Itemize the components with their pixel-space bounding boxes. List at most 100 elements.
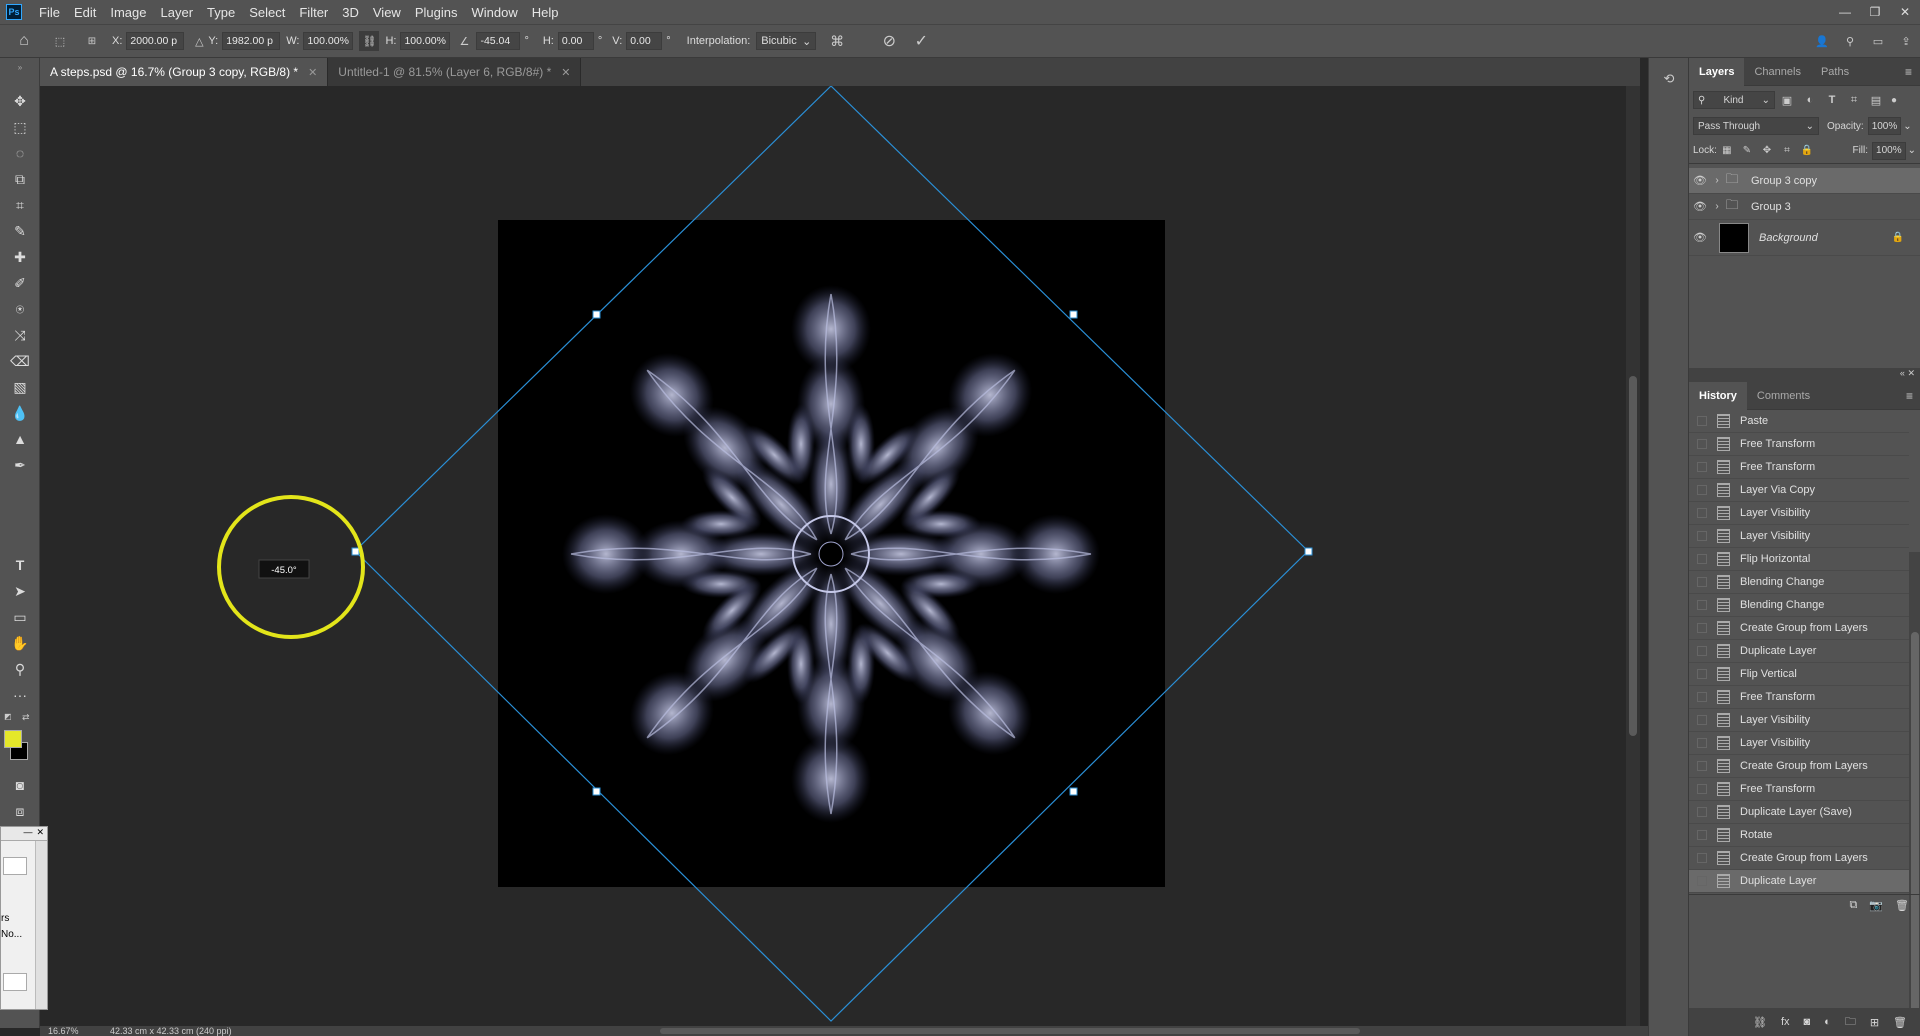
history-brush-source-checkbox[interactable] — [1697, 784, 1707, 794]
history-brush-source-checkbox[interactable] — [1697, 531, 1707, 541]
close-icon[interactable]: ✕ — [36, 827, 44, 840]
history-brush-source-checkbox[interactable] — [1697, 807, 1707, 817]
clone-stamp-tool-icon[interactable]: ⍟ — [8, 298, 32, 320]
height-field[interactable] — [400, 32, 451, 50]
menu-type[interactable]: Type — [200, 5, 242, 20]
layer-row-background[interactable]: 👁 Background 🔒 — [1689, 220, 1920, 256]
hand-tool-icon[interactable]: ✋ — [8, 632, 32, 654]
history-item[interactable]: Free Transform — [1689, 456, 1909, 479]
close-window-button[interactable]: ✕ — [1890, 5, 1920, 19]
history-item[interactable]: Duplicate Layer — [1689, 870, 1909, 893]
history-brush-source-checkbox[interactable] — [1697, 715, 1707, 725]
home-icon[interactable]: ⌂ — [0, 32, 48, 50]
snapshot-icon[interactable]: 📷 — [1869, 899, 1883, 912]
zoom-level[interactable]: 16.67% — [40, 1026, 100, 1036]
history-item[interactable]: Layer Visibility — [1689, 732, 1909, 755]
history-brush-tool-icon[interactable]: ⤨ — [8, 324, 32, 346]
history-brush-source-checkbox[interactable] — [1697, 600, 1707, 610]
transform-handle-right[interactable] — [1304, 547, 1313, 556]
history-brush-source-checkbox[interactable] — [1697, 462, 1707, 472]
transform-handle-top-right[interactable] — [1069, 310, 1078, 319]
lasso-tool-icon[interactable]: ◌ — [8, 142, 32, 164]
history-brush-source-checkbox[interactable] — [1697, 692, 1707, 702]
chevron-down-icon[interactable]: ⌄ — [1908, 145, 1916, 156]
panel-menu-icon[interactable]: ≡ — [1906, 389, 1913, 403]
screen-mode-icon[interactable]: ⧈ — [8, 800, 32, 822]
menu-select[interactable]: Select — [242, 5, 292, 20]
transform-handle-bottom-right[interactable] — [1069, 787, 1078, 796]
history-brush-source-checkbox[interactable] — [1697, 853, 1707, 863]
chevron-right-icon[interactable]: › — [1711, 175, 1723, 186]
relative-position-icon[interactable]: △ — [190, 35, 208, 48]
scrollbar-thumb[interactable] — [1629, 376, 1637, 736]
history-item[interactable]: Layer Visibility — [1689, 502, 1909, 525]
collapse-toolbar-icon[interactable]: » — [8, 63, 32, 72]
transform-handle-top-left[interactable] — [592, 310, 601, 319]
history-brush-source-checkbox[interactable] — [1697, 669, 1707, 679]
history-item[interactable]: Flip Horizontal — [1689, 548, 1909, 571]
path-selection-tool-icon[interactable]: ➤ — [8, 580, 32, 602]
horizontal-skew-field[interactable] — [557, 32, 594, 50]
history-item[interactable]: Duplicate Layer — [1689, 640, 1909, 663]
eye-icon[interactable]: 👁 — [1689, 200, 1711, 213]
layer-name[interactable]: Group 3 — [1751, 201, 1791, 213]
history-brush-source-checkbox[interactable] — [1697, 761, 1707, 771]
dialog-button[interactable] — [3, 973, 27, 991]
history-item[interactable]: Free Transform — [1689, 433, 1909, 456]
history-brush-source-checkbox[interactable] — [1697, 646, 1707, 656]
filter-type-icon[interactable]: T — [1821, 94, 1843, 106]
fill-field[interactable]: 100% — [1872, 141, 1906, 160]
search-icon[interactable]: ⚲ — [1836, 35, 1864, 48]
history-item[interactable]: Rotate — [1689, 824, 1909, 847]
warp-icon[interactable]: ⌘ — [822, 33, 852, 50]
close-icon[interactable]: ✕ — [561, 66, 570, 79]
minimize-button[interactable]: — — [1830, 5, 1860, 19]
minimize-icon[interactable]: — — [23, 827, 32, 840]
reference-point-icon[interactable]: ⊞ — [72, 36, 112, 47]
swap-colors-icon[interactable]: ⇄ — [22, 712, 34, 722]
tab-layers[interactable]: Layers — [1689, 57, 1745, 86]
horizontal-scrollbar-thumb[interactable] — [660, 1028, 1360, 1034]
zoom-tool-icon[interactable]: ⚲ — [8, 658, 32, 680]
eraser-tool-icon[interactable]: ⌫ — [8, 350, 32, 372]
crop-tool-icon[interactable]: ⌗ — [8, 194, 32, 216]
healing-brush-tool-icon[interactable]: ✚ — [8, 246, 32, 268]
brush-tool-icon[interactable]: ✐ — [8, 272, 32, 294]
filter-smart-object-icon[interactable]: ▤ — [1865, 94, 1887, 107]
history-item[interactable]: Flip Vertical — [1689, 663, 1909, 686]
menu-3d[interactable]: 3D — [335, 5, 366, 20]
interpolation-select[interactable]: Bicubic ⌄ — [756, 32, 817, 50]
collapse-icon[interactable]: « — [1900, 368, 1905, 378]
marquee-tool-icon[interactable]: ⬚ — [8, 116, 32, 138]
menu-image[interactable]: Image — [103, 5, 153, 20]
workspace-icon[interactable]: ▭ — [1864, 35, 1892, 48]
tab-steps-psd[interactable]: A steps.psd @ 16.7% (Group 3 copy, RGB/8… — [40, 58, 329, 86]
link-icon[interactable]: ⛓ — [359, 31, 380, 51]
eyedropper-tool-icon[interactable]: ✎ — [8, 220, 32, 242]
floating-dialog[interactable]: — ✕ rs No... — [0, 826, 48, 1010]
close-icon[interactable]: ✕ — [308, 66, 317, 79]
pen-tool-icon[interactable]: ✒ — [8, 454, 32, 476]
menu-edit[interactable]: Edit — [67, 5, 103, 20]
eye-icon[interactable]: 👁 — [1689, 174, 1711, 187]
x-position-field[interactable] — [126, 32, 185, 50]
history-brush-source-checkbox[interactable] — [1697, 416, 1707, 426]
canvas-area[interactable]: -45.0° — [40, 86, 1640, 1026]
foreground-color-swatch[interactable] — [4, 730, 22, 748]
layer-name[interactable]: Group 3 copy — [1751, 175, 1817, 187]
more-tools-icon[interactable]: ··· — [8, 684, 32, 706]
chevron-down-icon[interactable]: ⌄ — [1903, 121, 1911, 132]
history-item[interactable]: Create Group from Layers — [1689, 755, 1909, 778]
history-brush-source-checkbox[interactable] — [1697, 577, 1707, 587]
rectangle-tool-icon[interactable]: ▭ — [8, 606, 32, 628]
history-item[interactable]: Create Group from Layers — [1689, 847, 1909, 870]
history-item[interactable]: Layer Visibility — [1689, 525, 1909, 548]
menu-window[interactable]: Window — [464, 5, 524, 20]
type-tool-icon[interactable]: T — [8, 554, 32, 576]
new-group-icon[interactable]: 🗀 — [1845, 1013, 1856, 1032]
history-item[interactable]: Duplicate Layer (Save) — [1689, 801, 1909, 824]
filter-toggle-icon[interactable]: ● — [1887, 95, 1901, 106]
history-brush-source-checkbox[interactable] — [1697, 876, 1707, 886]
history-item[interactable]: Paste — [1689, 410, 1909, 433]
layer-filter-select[interactable]: ⚲ Kind ⌄ — [1693, 91, 1775, 109]
